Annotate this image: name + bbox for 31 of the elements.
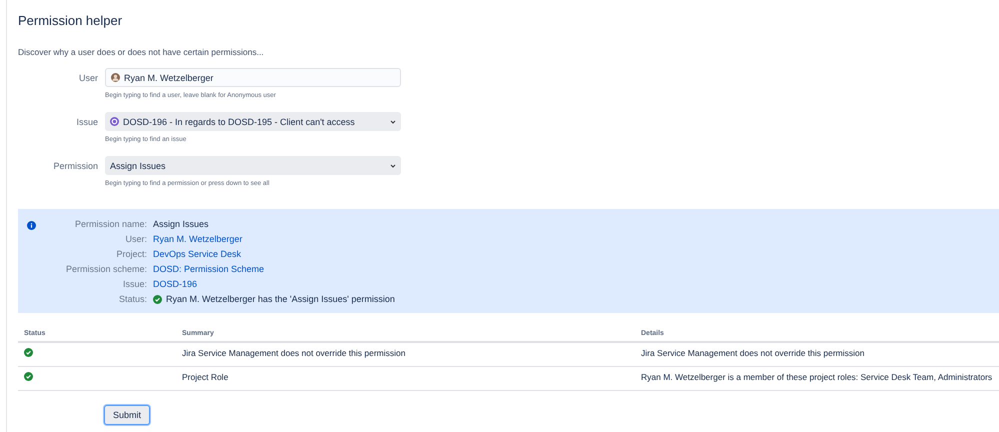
chevron-down-icon xyxy=(390,118,396,124)
description-text: Discover why a user does or does not have certain permissions... xyxy=(18,47,265,57)
chevron-down-icon xyxy=(390,162,396,168)
info-link[interactable]: DevOps Service Desk xyxy=(153,249,395,260)
issue-type-icon xyxy=(110,117,119,126)
table-cell: Jira Service Management does not override this permission xyxy=(635,342,999,366)
field-label: Permission xyxy=(52,160,98,173)
field-label: Issue xyxy=(75,116,98,129)
check-circle-icon xyxy=(153,295,162,304)
table-cell: Ryan M. Wetzelberger is a member of these project roles: Service Desk Team, Administrators xyxy=(635,366,999,390)
info-label: Project: xyxy=(115,249,147,260)
info-link[interactable]: Ryan M. Wetzelberger xyxy=(153,234,395,245)
info-label: Issue: xyxy=(122,279,147,290)
user-field[interactable]: Ryan M. Wetzelberger xyxy=(105,68,401,87)
field-label: User xyxy=(78,72,98,85)
issue-select[interactable]: DOSD-196 - In regards to DOSD-195 - Client can't access xyxy=(105,112,401,131)
submit-button[interactable]: Submit xyxy=(104,405,150,425)
info-label: User: xyxy=(124,234,147,245)
table-cell: Project Role xyxy=(176,366,635,390)
table-cell: Jira Service Management does not override this permission xyxy=(176,342,635,366)
info-label: Status: xyxy=(118,294,147,305)
status-text: Ryan M. Wetzelberger has the 'Assign Issues' permission xyxy=(166,294,395,305)
info-label: Permission scheme: xyxy=(64,264,147,275)
info-label: Permission name: xyxy=(74,219,147,230)
info-link[interactable]: DOSD-196 xyxy=(153,279,395,290)
permission-select[interactable]: Assign Issues xyxy=(105,156,401,175)
page-title: Permission helper xyxy=(18,12,124,29)
info-value: Assign Issues xyxy=(153,219,210,230)
info-icon xyxy=(27,221,36,230)
avatar-icon xyxy=(111,73,120,82)
info-link[interactable]: DOSD: Permission Scheme xyxy=(153,264,395,275)
